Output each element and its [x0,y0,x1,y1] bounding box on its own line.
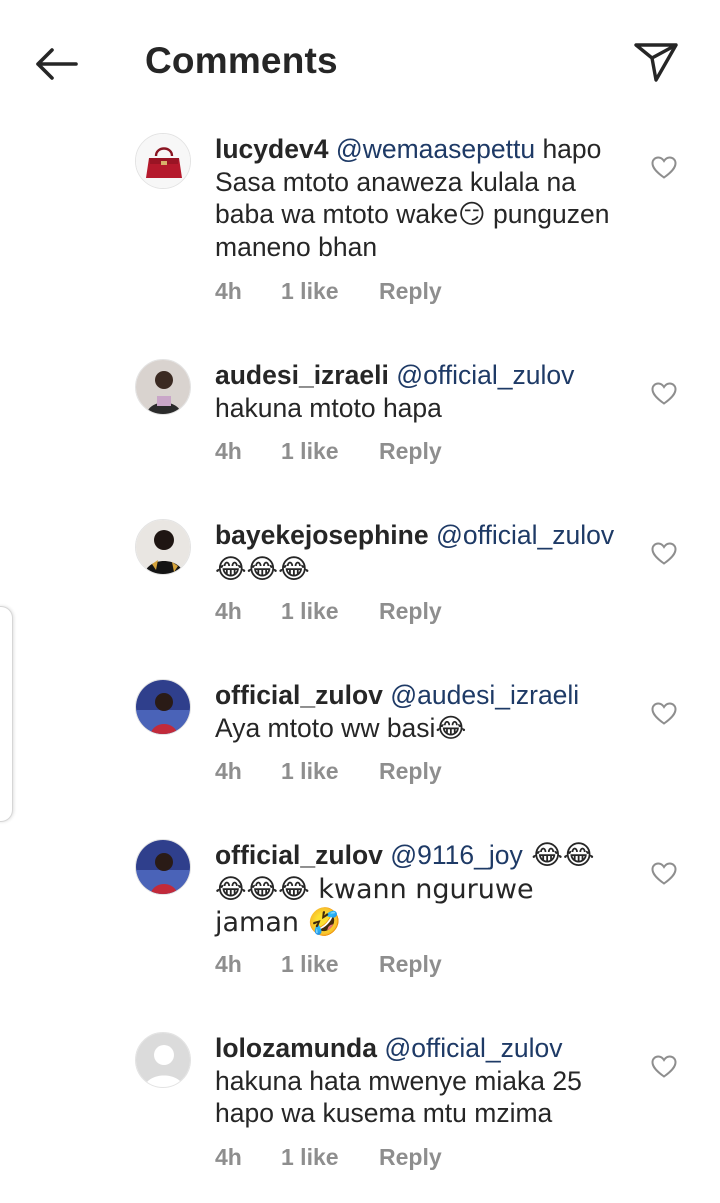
like-button[interactable] [648,152,680,184]
comment-username[interactable]: official_zulov [215,680,383,710]
header-bar: Comments [0,0,720,125]
red-handbag-avatar-icon [136,134,190,188]
like-button[interactable] [648,378,680,410]
comment-time: 4h [215,278,242,304]
share-button[interactable] [628,36,684,88]
person-avatar-icon [136,840,190,894]
comment-text: bayekejosephine @official_zulov 😂😂😂 [215,519,625,586]
comment-mention[interactable]: @official_zulov [384,1033,562,1063]
avatar[interactable] [135,1032,191,1088]
avatar[interactable] [135,519,191,575]
reply-button[interactable]: Reply [379,278,442,305]
person-avatar-icon [136,520,190,574]
comment-likes[interactable]: 1 like [281,438,339,465]
comment-time: 4h [215,1144,242,1170]
like-button[interactable] [648,698,680,730]
reply-button[interactable]: Reply [379,598,442,625]
comment-body: 😂😂😂 [215,553,310,585]
like-button[interactable] [648,858,680,890]
heart-icon [651,542,677,565]
person-avatar-icon [136,360,190,414]
comment-mention[interactable]: @official_zulov [396,360,574,390]
comment-username[interactable]: official_zulov [215,840,383,870]
comment-body: hakuna hata mwenye miaka 25 hapo wa kuse… [215,1065,582,1129]
like-button[interactable] [648,538,680,570]
comment-username[interactable]: lucydev4 [215,134,328,164]
comment-text: official_zulov @9116_joy 😂😂 😂😂😂 kwann ng… [215,839,625,940]
heart-icon [651,1055,677,1078]
like-button[interactable] [648,1051,680,1083]
comment-likes[interactable]: 1 like [281,758,339,785]
arrow-left-icon [36,48,78,80]
comment-likes[interactable]: 1 like [281,1144,339,1171]
paper-plane-icon [634,43,678,82]
comment-time: 4h [215,598,242,624]
comment-text: audesi_izraeli @official_zulov hakuna mt… [215,359,625,424]
comment-body: hakuna mtoto hapa [215,392,442,423]
avatar[interactable] [135,133,191,189]
heart-icon [651,862,677,885]
comment-mention[interactable]: @official_zulov [436,520,614,550]
reply-button[interactable]: Reply [379,1144,442,1171]
comment-text: lucydev4 @wemaasepettu hapo Sasa mtoto a… [215,133,625,263]
comment-time: 4h [215,758,242,784]
comment-username[interactable]: lolozamunda [215,1033,377,1063]
reply-button[interactable]: Reply [379,758,442,785]
comment-mention[interactable]: @9116_joy [390,840,523,870]
comment-body: Aya mtoto ww basi😂 [215,712,467,743]
comment-username[interactable]: bayekejosephine [215,520,429,550]
avatar[interactable] [135,839,191,895]
heart-icon [651,382,677,405]
comment-likes[interactable]: 1 like [281,598,339,625]
comment-text: lolozamunda @official_zulov hakuna hata … [215,1032,625,1130]
side-edge-handle[interactable] [0,606,13,822]
comment-time: 4h [215,951,242,977]
comment-mention[interactable]: @audesi_izraeli [390,680,579,710]
avatar[interactable] [135,359,191,415]
comment-likes[interactable]: 1 like [281,278,339,305]
comment-mention[interactable]: @wemaasepettu [336,134,535,164]
comment-text: official_zulov @audesi_izraeli Aya mtoto… [215,679,625,744]
reply-button[interactable]: Reply [379,438,442,465]
avatar[interactable] [135,679,191,735]
comment-time: 4h [215,438,242,464]
heart-icon [651,156,677,179]
page-title: Comments [145,40,338,81]
heart-icon [651,702,677,725]
comment-likes[interactable]: 1 like [281,951,339,978]
reply-button[interactable]: Reply [379,951,442,978]
person-avatar-icon [136,680,190,734]
back-button[interactable] [28,38,84,90]
default-avatar-icon [136,1033,190,1087]
comment-username[interactable]: audesi_izraeli [215,360,389,390]
